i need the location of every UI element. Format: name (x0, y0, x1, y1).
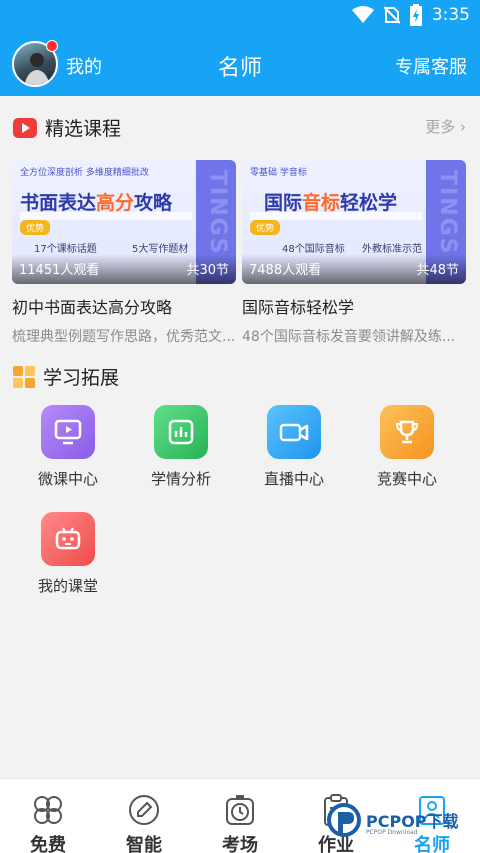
thumbnail-tag: 零基础 学音标 (250, 168, 307, 178)
tool-label: 学情分析 (150, 470, 211, 488)
watermark: PCPOP下载 PCPOP Download (326, 802, 476, 848)
watermark-subtext: PCPOP Download (366, 829, 418, 836)
course-title[interactable]: 国际音标轻松学 (242, 294, 466, 318)
thumbnail-headline: 国际音标轻松学 (264, 192, 398, 214)
more-link[interactable]: 更多 › (425, 116, 466, 137)
nav-exam[interactable]: 考场 (192, 793, 288, 853)
learning-analysis[interactable]: 学情分析 (131, 405, 231, 489)
no-sim-icon (383, 6, 400, 24)
thumbnail-stripe-text: TINGS (205, 170, 230, 256)
camera-icon[interactable] (267, 405, 321, 459)
nav-smart[interactable]: 智能 (96, 793, 192, 853)
course-thumbnail[interactable]: TINGS 全方位深度剖析 多维度精细批改 书面表达高分攻略 优势 17个课标话… (12, 160, 236, 284)
customer-service-button[interactable]: 专属客服 (395, 53, 467, 79)
course-card[interactable]: TINGS 全方位深度剖析 多维度精细批改 书面表达高分攻略 优势 17个课标话… (12, 160, 236, 346)
clover-icon (34, 796, 62, 824)
view-count: 11451人观看 (19, 263, 100, 278)
tool-label: 微课中心 (37, 470, 98, 488)
course-description: 梳理典型例题写作思路，优秀范文... (12, 329, 236, 345)
nav-free[interactable]: 免费 (0, 793, 96, 853)
lesson-count: 共48节 (416, 263, 459, 278)
thumbnail-subline (250, 212, 422, 220)
clock-time: 3:35 (431, 5, 470, 25)
course-thumbnail[interactable]: TINGS 零基础 学音标 国际音标轻松学 优势 48个国际音标 外教标准示范 … (242, 160, 466, 284)
status-bar: 3:35 (0, 0, 480, 34)
thumbnail-feature: 外教标准示范 (362, 244, 422, 255)
thumbnail-feature: 5大写作题材 (132, 244, 189, 255)
thumbnail-stripe-text: TINGS (435, 170, 460, 256)
bar-chart-icon[interactable] (154, 405, 208, 459)
nav-label: 考场 (222, 835, 258, 853)
featured-section-title: 精选课程 (45, 118, 122, 140)
play-icon (13, 117, 37, 138)
clock-icon (226, 795, 254, 825)
lesson-count: 共30节 (186, 263, 229, 278)
grid-icon (13, 365, 35, 388)
extension-section-header: 学习拓展 (13, 363, 119, 390)
thumbnail-tag: 全方位深度剖析 多维度精细批改 (20, 168, 149, 178)
course-description: 48个国际音标发音要领讲解及练... (242, 329, 456, 345)
battery-charging-icon (409, 4, 422, 26)
pen-icon (129, 795, 159, 825)
my-classroom[interactable]: 我的课堂 (18, 512, 118, 596)
wifi-icon (351, 6, 374, 23)
micro-lesson-center[interactable]: 微课中心 (18, 405, 118, 489)
course-title[interactable]: 初中书面表达高分攻略 (12, 294, 236, 318)
featured-section-header: 精选课程 (13, 114, 121, 141)
tool-label: 直播中心 (263, 470, 324, 488)
robot-icon[interactable] (41, 512, 95, 566)
thumbnail-headline: 书面表达高分攻略 (20, 192, 173, 214)
tool-label: 竞赛中心 (376, 470, 437, 488)
advantage-badge: 优势 (20, 220, 51, 235)
top-header: 我的 名师 专属客服 (0, 34, 480, 96)
nav-label: 免费 (30, 835, 66, 853)
live-center[interactable]: 直播中心 (244, 405, 344, 489)
video-play-icon[interactable] (41, 405, 95, 459)
advantage-badge: 优势 (250, 220, 281, 235)
thumbnail-feature: 48个国际音标 (282, 244, 345, 255)
competition-center[interactable]: 竞赛中心 (357, 405, 457, 489)
view-count: 7488人观看 (249, 263, 322, 278)
nav-label: 智能 (126, 835, 162, 853)
thumbnail-subline (20, 212, 192, 220)
watermark-logo (327, 803, 361, 837)
course-card[interactable]: TINGS 零基础 学音标 国际音标轻松学 优势 48个国际音标 外教标准示范 … (242, 160, 466, 346)
thumbnail-feature: 17个课标话题 (34, 244, 97, 255)
extension-section-title: 学习拓展 (43, 367, 120, 389)
trophy-icon[interactable] (380, 405, 434, 459)
tool-label: 我的课堂 (37, 577, 98, 595)
